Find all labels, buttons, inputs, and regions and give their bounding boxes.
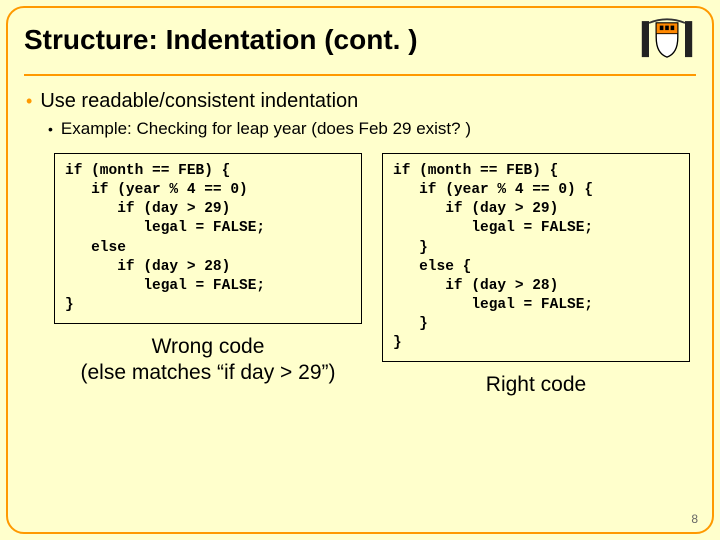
code-wrong: if (month == FEB) { if (year % 4 == 0) i… <box>54 153 362 324</box>
slide-title: Structure: Indentation (cont. ) <box>24 24 418 56</box>
university-shield-icon <box>638 16 696 64</box>
caption-wrong: Wrong code (else matches “if day > 29”) <box>54 334 362 387</box>
bullet2-text: Example: Checking for leap year (does Fe… <box>61 119 471 138</box>
page-number: 8 <box>691 512 698 526</box>
bullet-level1: • Use readable/consistent indentation <box>26 90 694 113</box>
title-bar: Structure: Indentation (cont. ) <box>8 10 712 86</box>
bullet-dot-icon: • <box>48 121 53 137</box>
slide-frame: Structure: Indentation (cont. ) • Use rea… <box>6 6 714 534</box>
caption-wrong-line2: (else matches “if day > 29”) <box>80 361 335 384</box>
bullet1-text: Use readable/consistent indentation <box>40 90 358 112</box>
caption-wrong-line1: Wrong code <box>152 335 265 358</box>
bullet-level2: • Example: Checking for leap year (does F… <box>48 119 694 139</box>
slide-content: • Use readable/consistent indentation • Ex… <box>26 90 694 399</box>
code-columns: if (month == FEB) { if (year % 4 == 0) i… <box>54 153 690 399</box>
caption-right: Right code <box>382 372 690 398</box>
column-left: if (month == FEB) { if (year % 4 == 0) i… <box>54 153 362 399</box>
title-underline: Structure: Indentation (cont. ) <box>24 16 696 76</box>
column-right: if (month == FEB) { if (year % 4 == 0) {… <box>382 153 690 399</box>
bullet-dot-icon: • <box>26 91 32 111</box>
code-right: if (month == FEB) { if (year % 4 == 0) {… <box>382 153 690 362</box>
